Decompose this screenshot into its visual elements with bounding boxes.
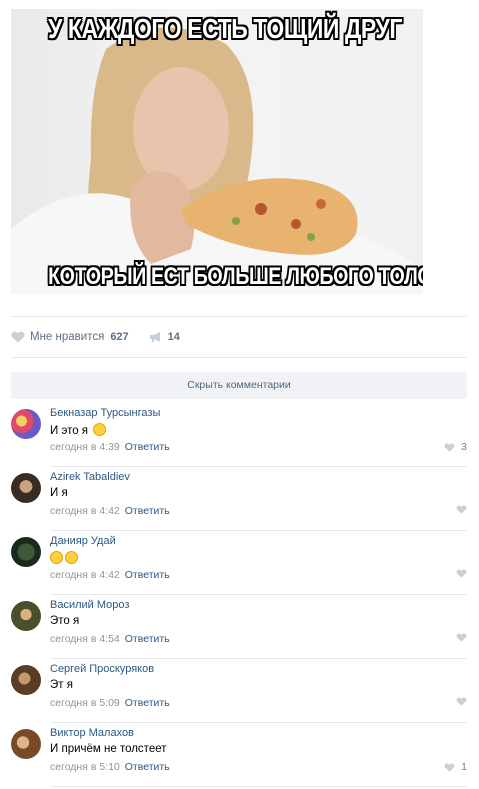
comment-time[interactable]: сегодня в 4:54 [50, 633, 120, 645]
divider [11, 316, 467, 317]
comment-text [50, 551, 78, 565]
reply-link[interactable]: Ответить [125, 697, 170, 709]
heart-icon [456, 569, 467, 578]
comment-time[interactable]: сегодня в 4:42 [50, 505, 120, 517]
meme-top-caption: У каждого есть тощий друг [48, 13, 402, 44]
post-image[interactable]: У каждого есть тощий друг Который ест бо… [11, 9, 423, 294]
comment-author[interactable]: Azirek Tabaldiev [50, 471, 130, 483]
comment-like-button[interactable]: 3 [444, 441, 467, 453]
comment-meta: сегодня в 4:54 Ответить [50, 633, 170, 645]
share-button[interactable]: 14 [149, 331, 180, 343]
share-count: 14 [167, 331, 180, 343]
avatar[interactable] [11, 409, 41, 439]
reply-link[interactable]: Ответить [125, 633, 170, 645]
comment-time[interactable]: сегодня в 5:10 [50, 761, 120, 773]
avatar[interactable] [11, 665, 41, 695]
heart-icon [444, 442, 455, 452]
comment: Данияр Удай сегодня в 4:42 Ответить [11, 531, 467, 595]
comment: Бекназар Турсынгазы И это я сегодня в 4:… [11, 403, 467, 467]
avatar[interactable] [11, 473, 41, 503]
comment-like-count: 3 [461, 441, 467, 453]
comment-like-button[interactable] [456, 633, 467, 642]
comment: Сергей Проскуряков Эт я сегодня в 5:09 От… [11, 659, 467, 723]
comment-like-count: 1 [461, 761, 467, 773]
comment-like-button[interactable] [456, 569, 467, 578]
comment-author[interactable]: Бекназар Турсынгазы [50, 407, 160, 419]
comment-text: И я [50, 487, 68, 499]
comment: Василий Мороз Это я сегодня в 4:54 Ответи… [11, 595, 467, 659]
comment: Azirek Tabaldiev И я сегодня в 4:42 Ответ… [11, 467, 467, 531]
comment-like-button[interactable] [456, 505, 467, 514]
avatar[interactable] [11, 601, 41, 631]
comment-time[interactable]: сегодня в 4:39 [50, 441, 120, 453]
divider [11, 357, 467, 358]
woman-with-pizza-illustration [11, 27, 423, 294]
comment-text: Это я [50, 615, 80, 627]
post-actions: Мне нравится 627 14 [11, 328, 180, 346]
reply-link[interactable]: Ответить [125, 441, 170, 453]
heart-icon [456, 697, 467, 706]
comment-time[interactable]: сегодня в 4:42 [50, 569, 120, 581]
like-label: Мне нравится [30, 331, 105, 343]
smiling-halo-emoji [65, 551, 78, 564]
megaphone-icon [149, 332, 160, 342]
comment-text: Эт я [50, 679, 73, 691]
comment-meta: сегодня в 5:09 Ответить [50, 697, 170, 709]
like-button[interactable]: Мне нравится 627 [11, 331, 129, 343]
comment-author[interactable]: Сергей Проскуряков [50, 663, 154, 675]
comment: Виктор Малахов И причём не толстеет сего… [11, 723, 467, 787]
comment-meta: сегодня в 4:42 Ответить [50, 569, 170, 581]
comment-meta: сегодня в 4:39 Ответить [50, 441, 170, 453]
grinning-sweat-emoji [50, 551, 63, 564]
avatar[interactable] [11, 729, 41, 759]
avatar[interactable] [11, 537, 41, 567]
comment-text: И причём не толстеет [50, 743, 167, 755]
comment-meta: сегодня в 5:10 Ответить [50, 761, 170, 773]
like-count: 627 [110, 331, 129, 343]
heart-icon [444, 762, 455, 772]
comment-author[interactable]: Виктор Малахов [50, 727, 134, 739]
comment-time[interactable]: сегодня в 5:09 [50, 697, 120, 709]
laughing-face-emoji [93, 423, 107, 436]
comment-like-button[interactable] [456, 697, 467, 706]
comment-meta: сегодня в 4:42 Ответить [50, 505, 170, 517]
comment-text: И это я [50, 423, 107, 437]
reply-link[interactable]: Ответить [125, 761, 170, 773]
comment-author[interactable]: Василий Мороз [50, 599, 129, 611]
heart-icon [456, 633, 467, 642]
reply-link[interactable]: Ответить [125, 569, 170, 581]
heart-icon [11, 331, 25, 343]
comment-like-button[interactable]: 1 [444, 761, 467, 773]
comment-author[interactable]: Данияр Удай [50, 535, 116, 547]
hide-comments-button[interactable]: Скрыть комментарии [11, 372, 467, 399]
divider [50, 786, 467, 787]
meme-bottom-caption: Который ест больше любого толстяка [48, 263, 423, 290]
reply-link[interactable]: Ответить [125, 505, 170, 517]
heart-icon [456, 505, 467, 514]
